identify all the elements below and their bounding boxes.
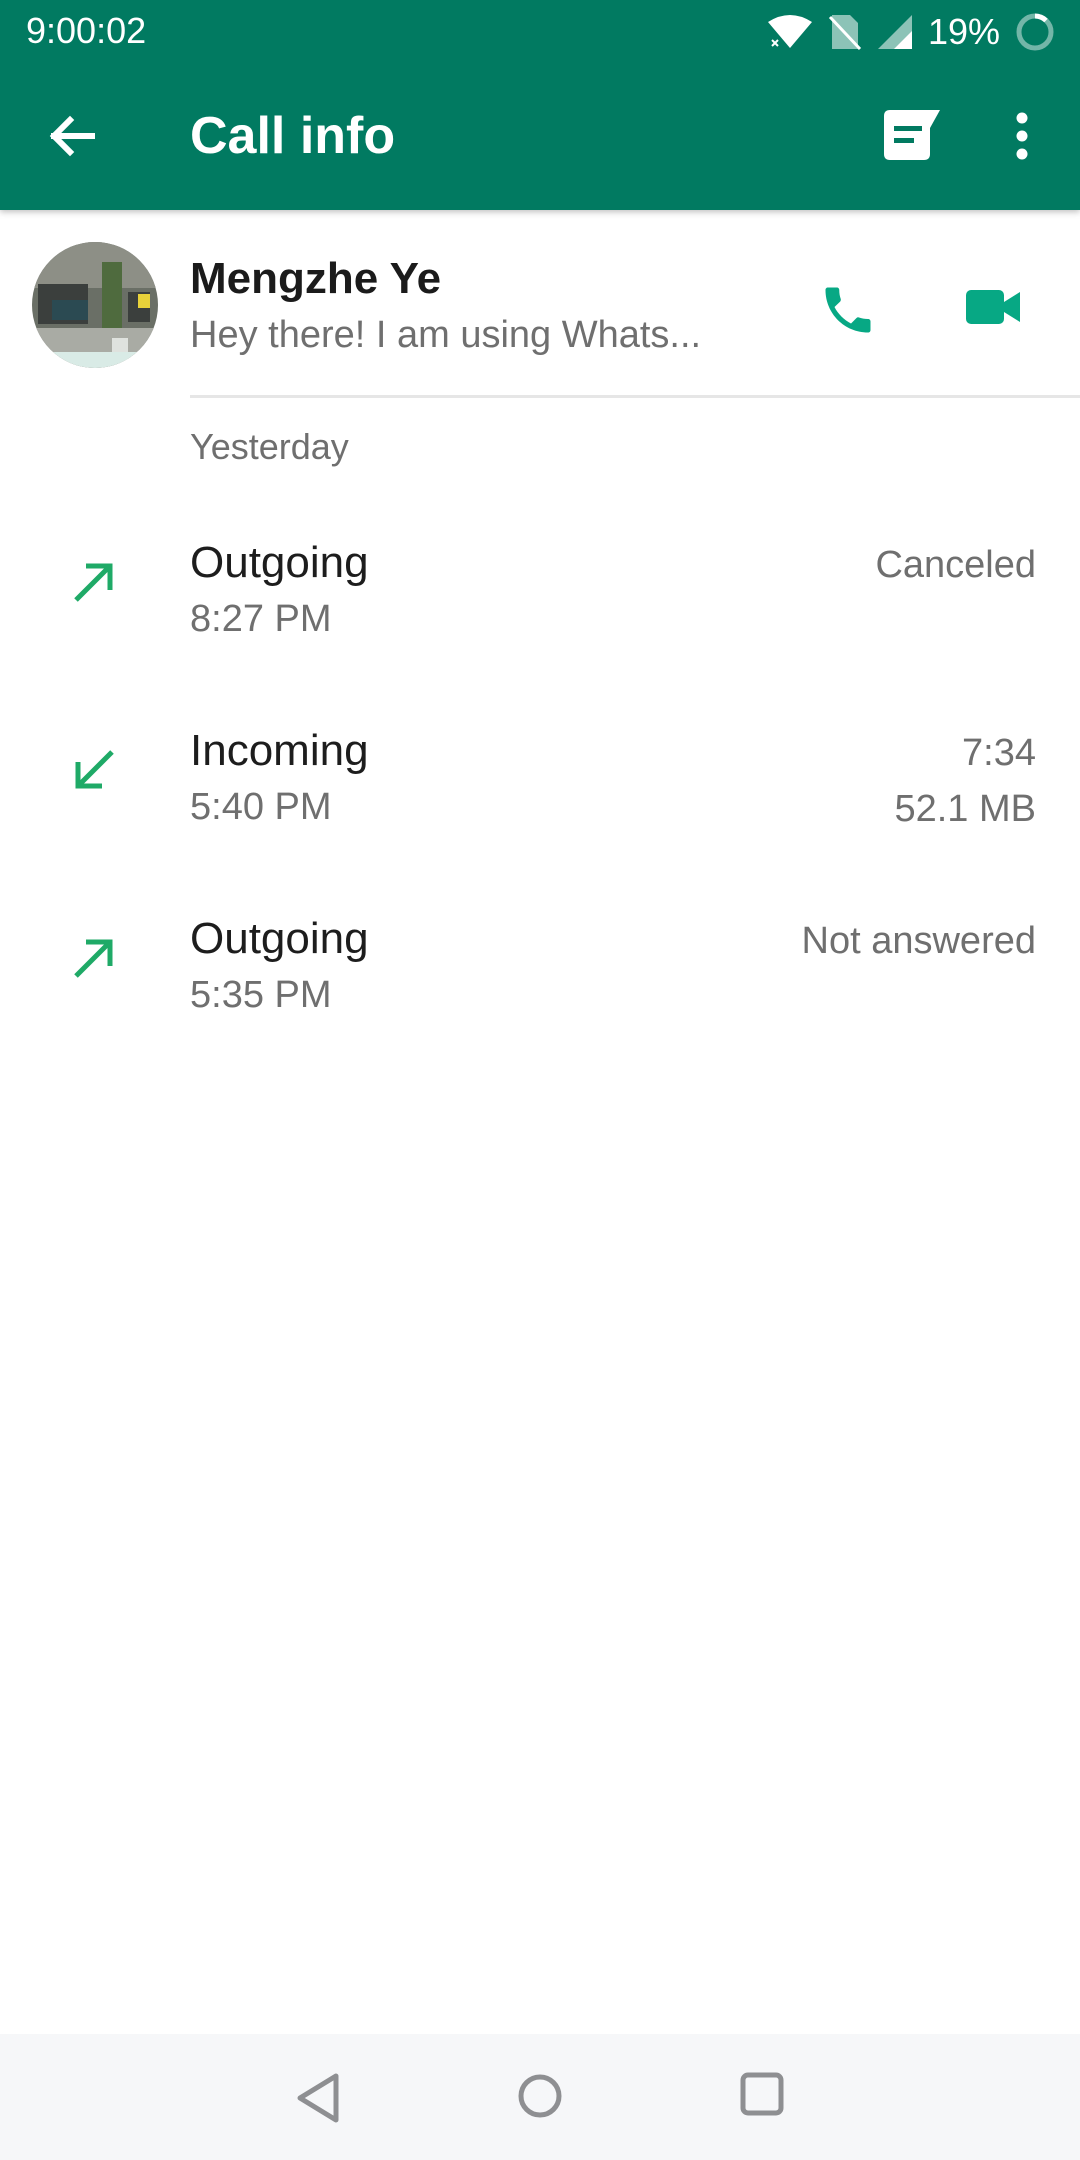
incoming-call-icon	[75, 750, 114, 789]
message-button[interactable]	[878, 106, 948, 166]
call-status: Not answered	[801, 920, 1036, 962]
system-nav-bar	[0, 2034, 1080, 2160]
voice-call-button[interactable]	[818, 280, 878, 340]
call-data-size: 52.1 MB	[894, 788, 1036, 830]
triangle-back-icon	[297, 2073, 339, 2123]
arrow-back-icon	[49, 115, 95, 157]
avatar[interactable]	[32, 242, 158, 368]
video-camera-icon	[966, 290, 1020, 324]
battery-percent: 19%	[927, 11, 1000, 52]
nav-home-button[interactable]	[514, 2070, 566, 2122]
no-sim-icon	[828, 15, 862, 51]
square-recents-icon	[740, 2072, 784, 2116]
status-icons: 19%	[766, 10, 1056, 54]
status-bar: 9:00:02 19%	[0, 0, 1080, 62]
video-call-button[interactable]	[964, 282, 1024, 332]
message-icon	[884, 110, 940, 160]
avatar-image	[32, 242, 158, 368]
contact-header[interactable]: Mengzhe Ye Hey there! I am using Whats..…	[0, 210, 1080, 398]
outgoing-call-icon	[74, 563, 113, 602]
call-duration: 7:34	[962, 732, 1036, 774]
battery-icon	[1016, 13, 1054, 51]
toolbar: Call info	[0, 62, 1080, 210]
call-time: 5:40 PM	[190, 786, 332, 828]
contact-status: Hey there! I am using Whats...	[190, 314, 702, 356]
phone-icon	[825, 287, 871, 333]
outgoing-call-icon	[74, 939, 113, 978]
wifi-icon	[767, 15, 812, 48]
back-button[interactable]	[42, 106, 102, 166]
call-time: 5:35 PM	[190, 974, 332, 1016]
signal-icon	[877, 15, 912, 49]
call-log-row[interactable]: Incoming 5:40 PM 7:34 52.1 MB	[0, 704, 1080, 884]
call-type: Outgoing	[190, 538, 369, 587]
divider	[190, 395, 1080, 398]
call-type: Outgoing	[190, 914, 369, 963]
app-bar: 9:00:02 19% Call info	[0, 0, 1080, 210]
more-options-button[interactable]	[1000, 104, 1044, 168]
section-header: Yesterday	[190, 426, 349, 467]
circle-home-icon	[518, 2074, 562, 2118]
call-log-row[interactable]: Outgoing 5:35 PM Not answered	[0, 892, 1080, 1072]
contact-name: Mengzhe Ye	[190, 254, 442, 303]
nav-recents-button[interactable]	[738, 2070, 786, 2118]
more-vert-icon	[1016, 112, 1028, 160]
page-title: Call info	[190, 107, 396, 165]
call-time: 8:27 PM	[190, 598, 332, 640]
call-status: Canceled	[875, 544, 1036, 586]
nav-back-button[interactable]	[290, 2070, 350, 2126]
call-type: Incoming	[190, 726, 369, 775]
call-log-row[interactable]: Outgoing 8:27 PM Canceled	[0, 516, 1080, 696]
status-time: 9:00:02	[26, 10, 147, 51]
